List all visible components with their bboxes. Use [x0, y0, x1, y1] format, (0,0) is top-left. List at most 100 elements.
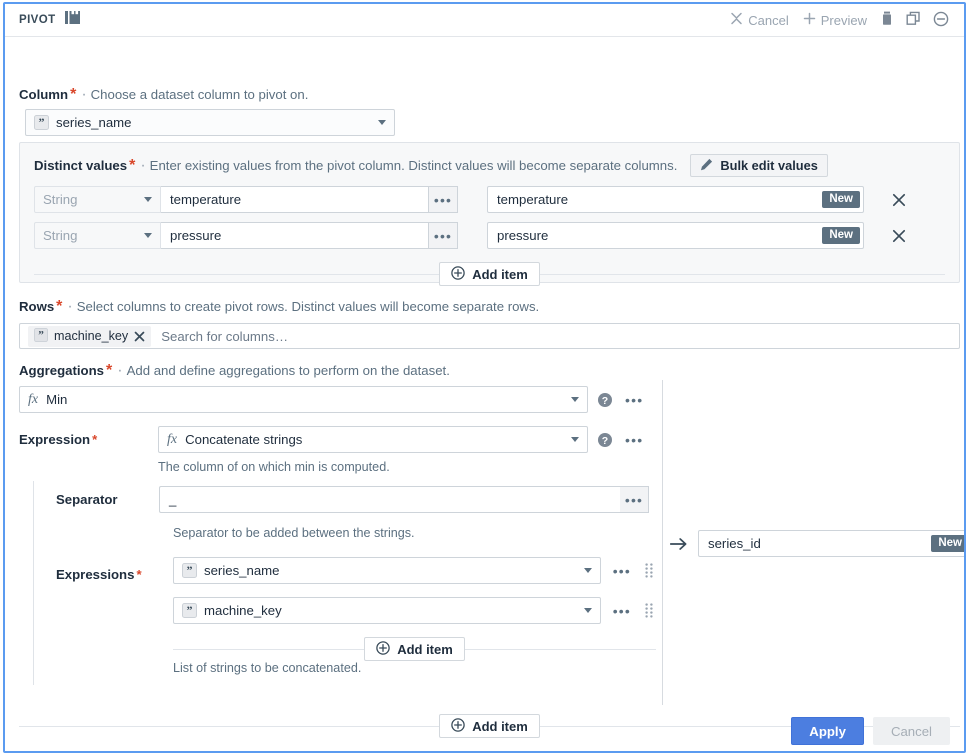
separator-input[interactable]: _: [159, 486, 620, 513]
page-title: PIVOT: [19, 14, 56, 26]
chevron-down-icon: [571, 437, 579, 442]
close-icon: [134, 331, 145, 341]
distinct-value-type-label: String: [43, 228, 78, 243]
expression-menu-button[interactable]: •••: [625, 433, 643, 447]
expression-column-select[interactable]: ” series_name: [173, 557, 601, 584]
plus-circle-icon: [451, 265, 465, 283]
expressions-help-text: List of strings to be concatenated.: [173, 661, 362, 675]
delete-button[interactable]: [875, 7, 899, 33]
collapse-button[interactable]: [928, 7, 954, 34]
rows-chip-label: machine_key: [54, 329, 129, 343]
expression-nested-block: Separator _ ••• Separator to be added be…: [33, 481, 656, 685]
drag-handle-icon[interactable]: [645, 603, 653, 618]
chevron-down-icon: [583, 608, 592, 613]
distinct-value-text: temperature: [170, 192, 242, 207]
svg-text:?: ?: [602, 395, 608, 407]
duplicate-button[interactable]: [901, 7, 926, 33]
svg-text:”: ”: [187, 603, 193, 617]
aggregation-output-row: series_id New: [670, 530, 964, 557]
pivot-table-icon: [64, 10, 80, 30]
status-badge: New: [822, 226, 860, 245]
rows-chip-machine-key[interactable]: ” machine_key: [28, 325, 152, 347]
distinct-value-output-field[interactable]: temperature New: [487, 186, 864, 213]
column-required-marker: *: [70, 86, 77, 103]
separator-menu-button[interactable]: •••: [620, 486, 649, 513]
label-separator: ·: [140, 156, 146, 174]
aggregation-function-value: Min: [46, 392, 68, 407]
pivot-transform-panel: PIVOT Cancel Preview Column * · Choose a…: [3, 2, 966, 753]
bulk-edit-values-button[interactable]: Bulk edit values: [690, 154, 828, 177]
close-icon: [892, 229, 906, 242]
rows-field-header: Rows * · Select columns to create pivot …: [19, 298, 539, 316]
distinct-value-input[interactable]: temperature: [161, 186, 429, 213]
expressions-list: ” series_name ••• ” machine_key ••• Add …: [173, 557, 656, 661]
distinct-value-output-field[interactable]: pressure New: [487, 222, 864, 249]
copy-icon: [906, 11, 921, 29]
preview-button[interactable]: Preview: [797, 9, 873, 31]
aggregation-output-field[interactable]: series_id New: [698, 530, 964, 557]
distinct-values-add-row: Add item: [34, 262, 945, 286]
column-select[interactable]: ” series_name: [25, 109, 395, 136]
ellipsis-icon: •••: [624, 491, 644, 508]
add-expression-button[interactable]: Add item: [364, 637, 465, 661]
help-circle-icon[interactable]: ?: [597, 432, 613, 448]
string-column-icon: ”: [182, 563, 197, 578]
expression-item: ” machine_key •••: [173, 597, 653, 624]
distinct-value-type-label: String: [43, 192, 78, 207]
panel-actions: Cancel Preview: [724, 7, 954, 34]
expression-column-value: series_name: [204, 563, 280, 578]
aggregation-menu-button[interactable]: •••: [625, 393, 643, 407]
remove-distinct-value-button[interactable]: [890, 227, 908, 245]
expression-column-select[interactable]: ” machine_key: [173, 597, 601, 624]
remove-chip-button[interactable]: [134, 331, 145, 342]
distinct-value-input[interactable]: pressure: [161, 222, 429, 249]
separator-value: _: [169, 492, 177, 507]
cancel-action-label: Cancel: [748, 12, 789, 28]
distinct-value-type-select[interactable]: String: [34, 222, 161, 249]
aggregations-field-header: Aggregations * · Add and define aggregat…: [19, 362, 450, 380]
cancel-button[interactable]: Cancel: [872, 717, 950, 745]
column-select-value: series_name: [56, 115, 132, 130]
distinct-values-panel: Distinct values * · Enter existing value…: [19, 142, 960, 286]
bulk-edit-values-label: Bulk edit values: [720, 158, 818, 173]
drag-handle-icon[interactable]: [645, 563, 653, 578]
remove-distinct-value-button[interactable]: [890, 191, 908, 209]
ellipsis-icon: •••: [433, 191, 453, 208]
expression-select[interactable]: fx Concatenate strings: [158, 426, 588, 453]
aggregations-required-marker: *: [106, 362, 113, 379]
arrow-right-icon: [670, 537, 688, 551]
expression-item-menu-button[interactable]: •••: [613, 604, 631, 618]
function-icon: fx: [167, 431, 178, 447]
string-column-icon: ”: [34, 327, 48, 345]
distinct-value-menu-button[interactable]: •••: [429, 222, 458, 249]
column-field-header: Column * · Choose a dataset column to pi…: [19, 86, 308, 104]
aggregations-container: fx Min ? ••• Expression * fx Concatenate…: [19, 380, 964, 705]
separator-label: Separator: [56, 492, 118, 507]
distinct-value-menu-button[interactable]: •••: [429, 186, 458, 213]
expression-value: Concatenate strings: [185, 432, 303, 447]
distinct-values-label-group: Distinct values * · Enter existing value…: [34, 157, 677, 175]
cancel-action-button[interactable]: Cancel: [724, 9, 794, 31]
expression-item: ” series_name •••: [173, 557, 653, 584]
expression-item-menu-button[interactable]: •••: [613, 564, 631, 578]
add-distinct-value-button[interactable]: Add item: [439, 262, 540, 286]
chevron-down-icon: [583, 568, 592, 573]
chevron-down-icon: [144, 197, 152, 202]
help-circle-icon[interactable]: ?: [597, 392, 613, 408]
close-icon: [892, 193, 906, 206]
label-separator: ·: [67, 298, 73, 315]
distinct-value-output-text: pressure: [497, 228, 549, 243]
distinct-value-type-select[interactable]: String: [34, 186, 161, 213]
ellipsis-icon: •••: [433, 227, 453, 244]
expression-label-group: Expression *: [19, 432, 158, 447]
apply-button[interactable]: Apply: [791, 717, 864, 745]
aggregation-function-select[interactable]: fx Min: [19, 386, 588, 413]
distinct-value-row: String pressure ••• pressure New: [20, 222, 959, 249]
rows-column-input[interactable]: ” machine_key Search for columns…: [19, 323, 960, 349]
aggregations-description: Add and define aggregations to perform o…: [126, 363, 450, 378]
close-x-icon: [730, 12, 743, 28]
panel-footer: Apply Cancel: [5, 709, 964, 751]
chevron-down-icon: [144, 233, 152, 238]
distinct-value-text: pressure: [170, 228, 222, 243]
expression-required-marker: *: [92, 432, 98, 447]
